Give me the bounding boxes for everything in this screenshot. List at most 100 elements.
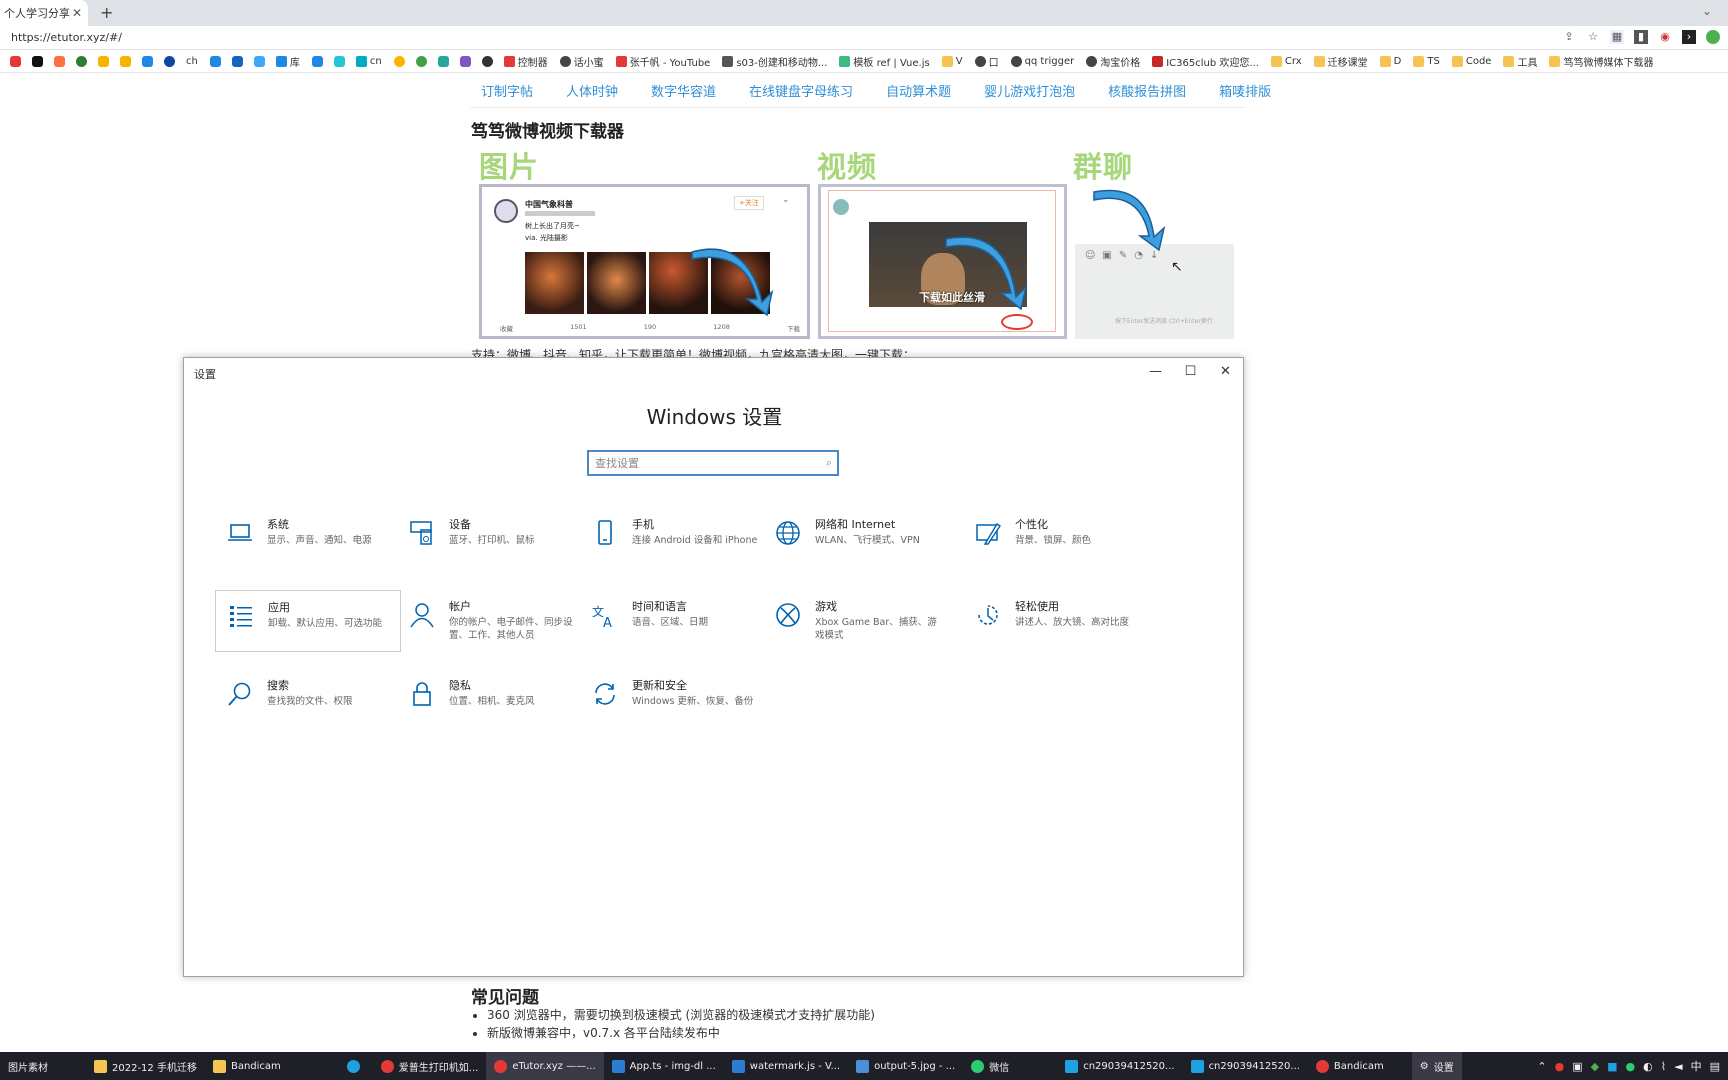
bookmark-folder-migrate[interactable]: 迁移课堂 <box>1313 54 1368 69</box>
category-apps[interactable]: 应用 卸载、默认应用、可选功能 <box>215 590 401 652</box>
taskbar-item[interactable]: ⚙ 设置 <box>1411 1052 1462 1080</box>
bookmark-taobao[interactable]: 淘宝价格 <box>1086 54 1140 69</box>
category-devices[interactable]: 设备 蓝牙、打印机、鼠标 <box>397 508 583 570</box>
bookmark-icon[interactable] <box>459 56 471 67</box>
taskbar-item[interactable]: cn29039412520... <box>1183 1052 1308 1080</box>
wechat-icon[interactable]: ● <box>1626 1060 1636 1073</box>
category-search[interactable]: 搜索 查找我的文件、权限 <box>215 669 401 731</box>
tray-icon[interactable]: ▣ <box>1572 1060 1582 1073</box>
close-icon[interactable]: ✕ <box>1208 358 1243 384</box>
bookmark-folder-downloader[interactable]: 笃笃微博媒体下载器 <box>1549 54 1653 69</box>
network-icon[interactable]: ⌇ <box>1661 1060 1666 1073</box>
bookmark-icon[interactable] <box>415 56 427 67</box>
bookmark-icon[interactable] <box>333 56 345 67</box>
tiktok-icon[interactable] <box>32 56 43 67</box>
category-phone[interactable]: 手机 连接 Android 设备和 iPhone <box>580 508 766 570</box>
nav-link[interactable]: 婴儿游戏打泡泡 <box>984 81 1075 100</box>
bookmark-folder-v[interactable]: V <box>941 56 963 67</box>
edge-browser-icon[interactable] <box>339 1052 373 1080</box>
bookmark-icon[interactable] <box>231 56 243 67</box>
category-accounts[interactable]: 帐户 你的帐户、电子邮件、同步设置、工作、其他人员 <box>397 590 583 652</box>
category-network[interactable]: 网络和 Internet WLAN、飞行模式、VPN <box>763 508 963 570</box>
new-tab-icon[interactable]: + <box>100 3 113 22</box>
bookmark-youtube[interactable]: 张千帆 - YouTube <box>615 54 710 69</box>
bookmark-ic365[interactable]: IC365club 欢迎您... <box>1152 54 1259 69</box>
bookmark-kou[interactable]: 口 <box>974 54 999 69</box>
category-gaming[interactable]: 游戏 Xbox Game Bar、捕获、游戏模式 <box>763 590 963 652</box>
bookmark-icon[interactable] <box>393 56 405 67</box>
bookmark-folder-tools[interactable]: 工具 <box>1503 54 1537 69</box>
address-bar[interactable]: https://etutor.xyz/#/ ⇪ ☆ ▦ ▮ ◉ › <box>0 26 1728 50</box>
close-tab-icon[interactable]: ✕ <box>72 6 82 20</box>
taskbar-item[interactable]: 图片素材 <box>0 1052 56 1080</box>
bookmark-icon[interactable] <box>98 56 109 67</box>
nav-link[interactable]: 人体时钟 <box>566 81 618 100</box>
nav-link[interactable]: 自动算术题 <box>886 81 951 100</box>
bookmark-folder-d[interactable]: D <box>1379 56 1401 67</box>
bookmark-cn[interactable]: cn <box>355 56 382 67</box>
record-icon[interactable]: ● <box>1555 1060 1565 1073</box>
category-privacy[interactable]: 隐私 位置、相机、麦克风 <box>397 669 583 731</box>
notification-icon[interactable]: ▤ <box>1710 1060 1720 1073</box>
nav-link[interactable]: 箱唛排版 <box>1219 81 1271 100</box>
ime-indicator[interactable]: 中 <box>1691 1058 1702 1074</box>
bookmark-icon[interactable] <box>481 56 493 67</box>
bookmark-icon[interactable] <box>209 56 221 67</box>
tray-icon[interactable]: ■ <box>1607 1060 1617 1073</box>
nav-link[interactable]: 核酸报告拼图 <box>1108 81 1186 100</box>
nav-link[interactable]: 订制字帖 <box>481 81 533 100</box>
profile-icon[interactable] <box>1706 30 1720 44</box>
bookmark-icon[interactable] <box>311 56 323 67</box>
bookmark-qq-trigger[interactable]: qq trigger <box>1010 56 1074 67</box>
browser-tab[interactable]: 个人学习分享 ✕ <box>0 0 88 26</box>
taskbar-item[interactable]: Bandicam <box>1308 1052 1392 1080</box>
taskbar-item[interactable]: App.ts - img-dl ... <box>604 1052 724 1080</box>
cloud-icon[interactable] <box>142 56 153 67</box>
share-icon[interactable]: ⇪ <box>1562 30 1576 44</box>
maximize-icon[interactable]: ☐ <box>1173 358 1208 384</box>
url-text[interactable]: https://etutor.xyz/#/ <box>11 31 122 44</box>
terminal-icon[interactable]: › <box>1682 30 1696 44</box>
category-ease-of-access[interactable]: 轻松使用 讲述人、放大镜、高对比度 <box>963 590 1149 652</box>
bookmark-icon[interactable] <box>253 56 265 67</box>
taskbar-item[interactable]: cn29039412520... <box>1057 1052 1182 1080</box>
tab-search-chevron-icon[interactable]: ⌄ <box>1702 4 1712 18</box>
volume-icon[interactable]: ◄ <box>1674 1060 1682 1073</box>
bookmark-controller[interactable]: 控制器 <box>503 54 548 69</box>
bookmark-xiaomi[interactable]: 话小蜜 <box>559 54 604 69</box>
tray-icon[interactable]: ◐ <box>1643 1060 1653 1073</box>
bookmark-icon[interactable] <box>164 56 175 67</box>
taskbar-item[interactable]: 2022-12 手机迁移 <box>86 1052 205 1080</box>
bookmark-icon[interactable] <box>120 56 131 67</box>
extension-icon[interactable]: ◉ <box>1658 30 1672 44</box>
extension-icon[interactable]: ▮ <box>1634 30 1648 44</box>
bookmark-folder-code[interactable]: Code <box>1451 56 1491 67</box>
wechat-icon[interactable] <box>76 56 87 67</box>
chevron-up-icon[interactable]: ⌃ <box>1537 1060 1546 1073</box>
taskbar-item[interactable]: watermark.js - V... <box>724 1052 848 1080</box>
bookmark-s03[interactable]: s03-创建和移动物... <box>722 54 827 69</box>
taskbar-item[interactable]: eTutor.xyz ——... <box>486 1052 604 1080</box>
settings-search-input[interactable]: 查找设置 ⌕ <box>587 450 839 476</box>
nav-link[interactable]: 在线键盘字母练习 <box>749 81 853 100</box>
category-time-language[interactable]: 文A 时间和语言 语音、区域、日期 <box>580 590 766 652</box>
bookmark-icon[interactable] <box>437 56 449 67</box>
taskbar-item[interactable]: 微信 <box>963 1052 1017 1080</box>
bookmark-icon[interactable] <box>54 56 65 67</box>
follow-button[interactable]: +关注 <box>734 196 764 210</box>
taskbar-item[interactable]: output-5.jpg - ... <box>848 1052 963 1080</box>
nav-link[interactable]: 数字华容道 <box>651 81 716 100</box>
bookmark-ku[interactable]: 库 <box>275 54 300 69</box>
tray-icon[interactable]: ◆ <box>1591 1060 1599 1073</box>
taskbar-item[interactable]: 爱普生打印机如... <box>373 1052 487 1080</box>
bookmark-ch[interactable]: ch <box>186 56 198 67</box>
extension-icon[interactable]: ▦ <box>1610 30 1624 44</box>
bookmark-star-icon[interactable]: ☆ <box>1586 30 1600 44</box>
bookmark-folder-crx[interactable]: Crx <box>1270 56 1302 67</box>
minimize-icon[interactable]: — <box>1138 358 1173 384</box>
category-personalization[interactable]: 个性化 背景、锁屏、颜色 <box>963 508 1149 570</box>
category-system[interactable]: 系统 显示、声音、通知、电源 <box>215 508 401 570</box>
bookmark-vue[interactable]: 模板 ref | Vue.js <box>839 54 930 69</box>
category-update-security[interactable]: 更新和安全 Windows 更新、恢复、备份 <box>580 669 766 731</box>
taskbar-item[interactable]: Bandicam <box>205 1052 289 1080</box>
